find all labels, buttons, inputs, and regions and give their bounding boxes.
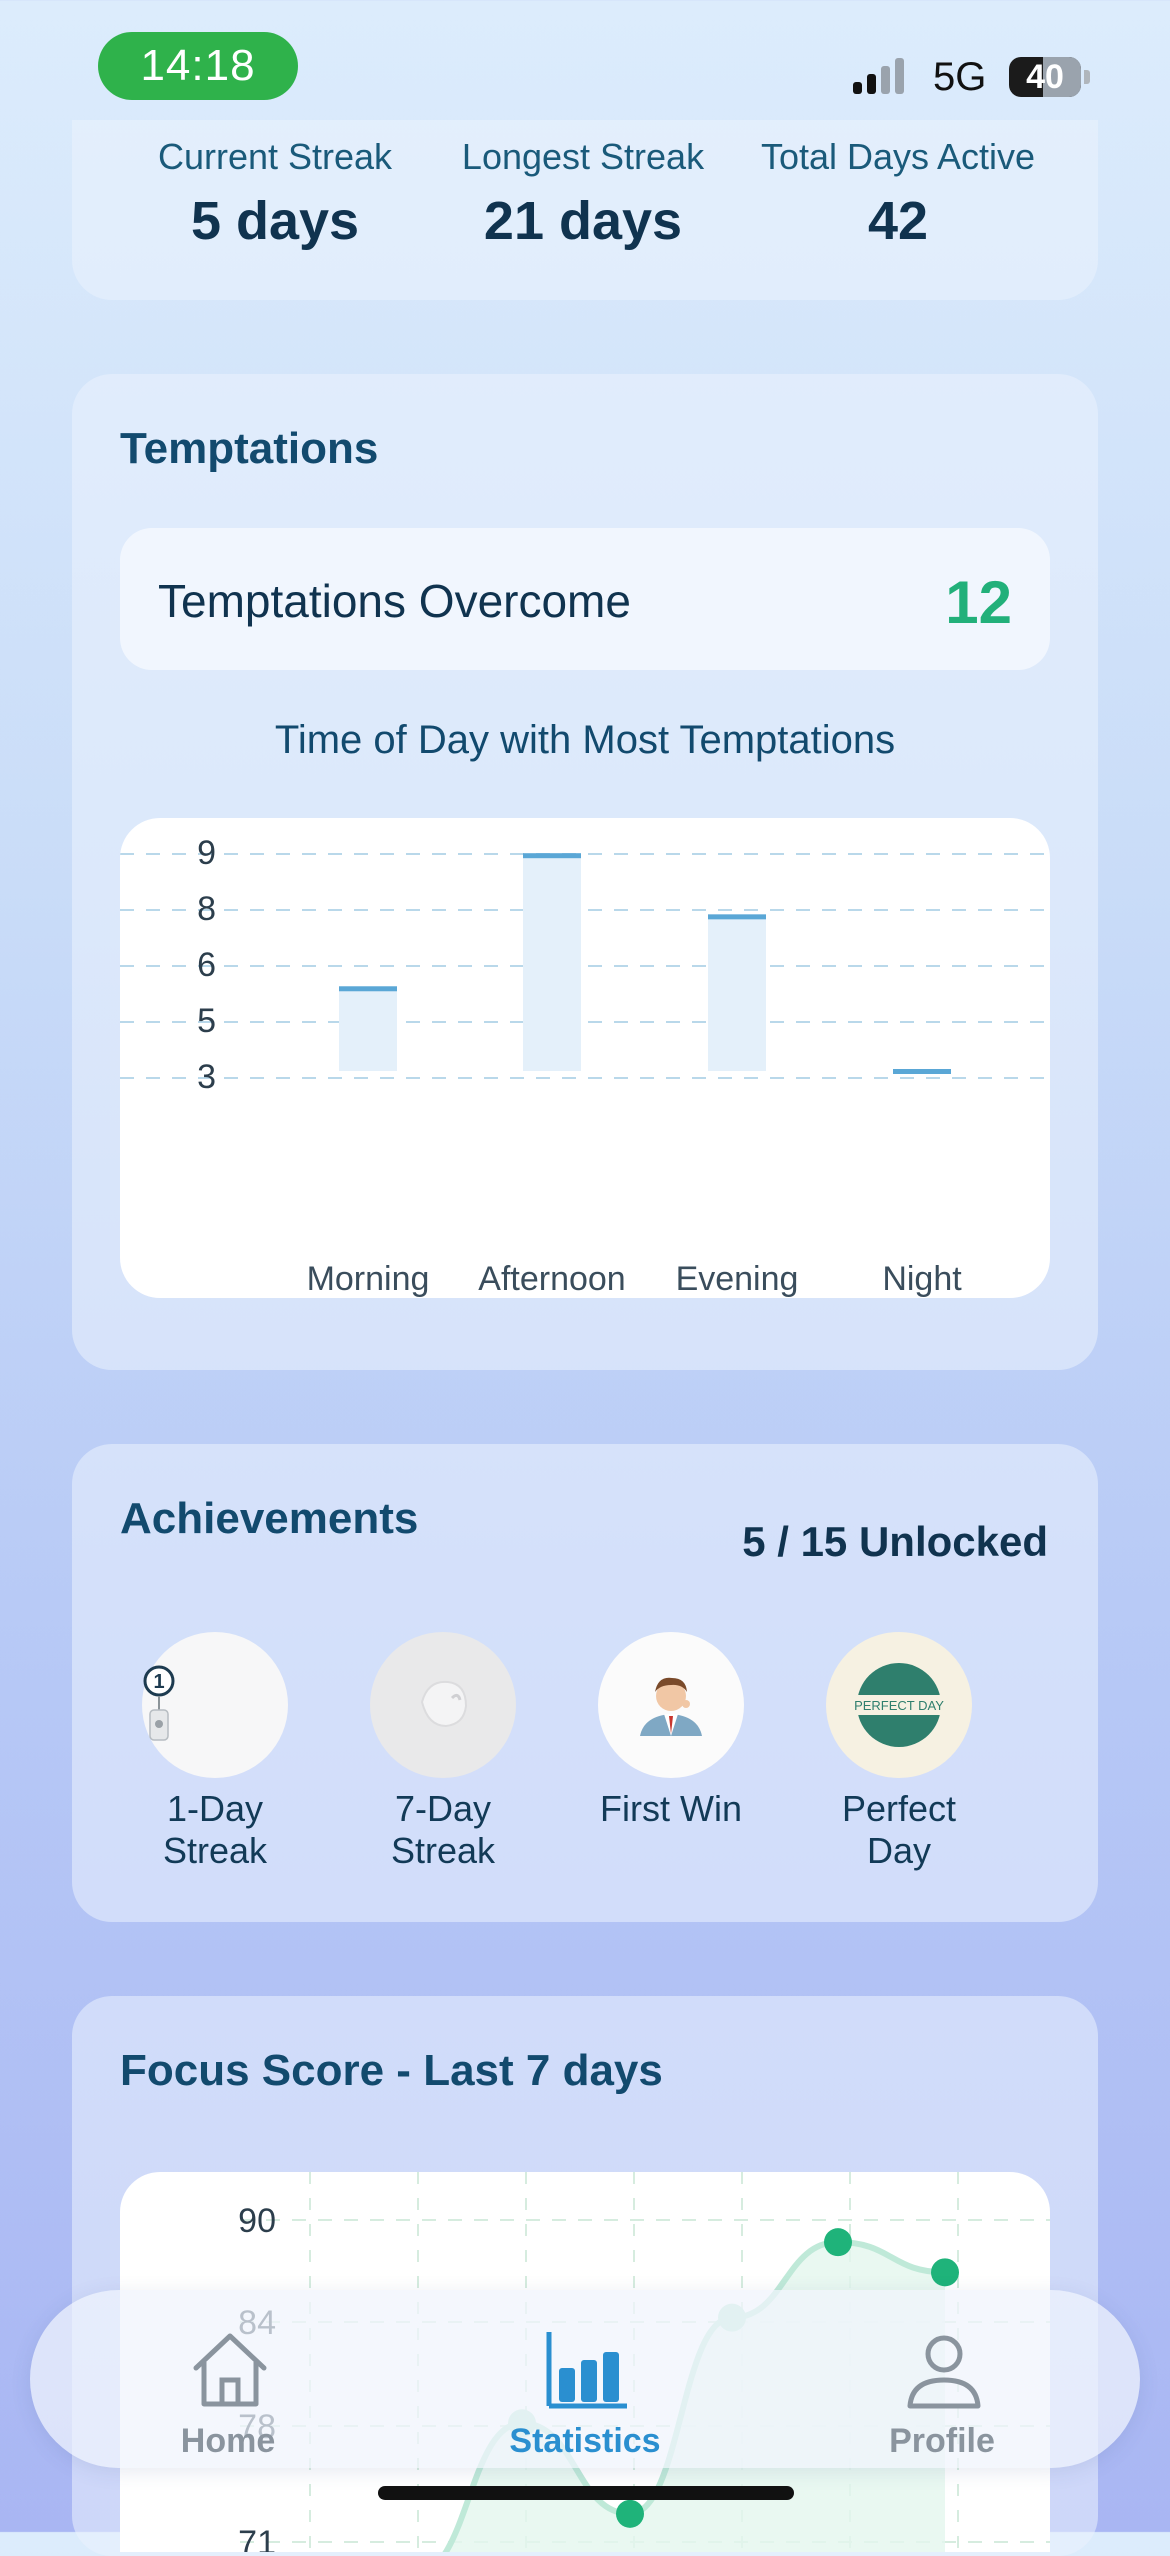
achievement-first-win[interactable]: First Win [571, 1632, 771, 1882]
y-tick-label: 8 [197, 890, 216, 928]
battery-icon: 40 [1009, 57, 1081, 97]
y-tick-label: 3 [197, 1058, 216, 1096]
total-days-label: Total Days Active [760, 136, 1036, 177]
locked-badge-icon [370, 1632, 516, 1778]
temptations-overcome-value: 12 [945, 569, 1012, 636]
temptations-chart-title: Time of Day with Most Temptations [274, 718, 896, 762]
battery-cap [1084, 70, 1090, 84]
status-time: 14:18 [98, 32, 298, 100]
achievement-perfect-day[interactable]: PERFECT DAY Perfect Day [799, 1632, 999, 1882]
achievements-unlocked-count: 5 / 15 Unlocked [742, 1518, 1048, 1565]
profile-icon [907, 2335, 981, 2409]
data-point [931, 2258, 959, 2287]
longest-streak-label: Longest Streak [461, 136, 705, 177]
tab-home-label: Home [180, 2422, 276, 2460]
home-indicator [378, 2486, 794, 2500]
tab-profile-label: Profile [889, 2422, 995, 2460]
temptations-overcome-label: Temptations Overcome [158, 575, 631, 627]
achievement-7-day-streak[interactable]: 7-Day Streak [343, 1632, 543, 1882]
achievement-label: Perfect Day [841, 1788, 957, 1871]
achievement-label: First Win [600, 1788, 742, 1829]
achievement-label: 1-Day Streak [162, 1788, 268, 1871]
achievement-label: 7-Day Streak [390, 1788, 496, 1871]
bar-top-cap [708, 914, 766, 920]
data-point [616, 2499, 644, 2528]
x-tick-label: Night [882, 1260, 962, 1298]
x-tick-label: Afternoon [478, 1260, 625, 1298]
temptations-chart: 9 8 6 5 3 Morning Afternoon Evening Night [120, 818, 1050, 1298]
data-point [824, 2228, 852, 2257]
x-tick-label: Morning [307, 1260, 430, 1298]
y-tick-label: 90 [238, 2202, 276, 2240]
y-tick-label: 9 [197, 834, 216, 872]
home-icon [193, 2333, 267, 2407]
achievements-title: Achievements [120, 1494, 419, 1543]
bar [339, 988, 397, 1071]
bar [708, 916, 766, 1071]
bar [523, 855, 581, 1071]
tab-statistics-label: Statistics [509, 2422, 661, 2460]
focus-title: Focus Score - Last 7 days [120, 2046, 663, 2095]
current-streak-label: Current Streak [157, 136, 393, 177]
bar-top-cap [339, 986, 397, 992]
tab-statistics[interactable]: Statistics [475, 2330, 695, 2460]
temptations-title: Temptations [120, 424, 379, 473]
seal-text: PERFECT DAY [854, 1698, 944, 1713]
bar-top-cap [893, 1069, 951, 1074]
x-tick-label: Evening [676, 1260, 799, 1298]
bar-chart-icon [546, 2332, 627, 2409]
current-streak-value: 5 days [190, 191, 360, 251]
y-tick-label: 5 [197, 1002, 216, 1040]
temptations-bar-chart: 9 8 6 5 3 Morning Afternoon Evening Night [120, 834, 1050, 1298]
total-days-value: 42 [867, 191, 929, 251]
tab-profile[interactable]: Profile [832, 2330, 1052, 2460]
medal-icon: 1 [142, 1632, 288, 1778]
cellular-signal-icon [853, 58, 904, 94]
achievement-1-day-streak[interactable]: 1 1-Day Streak [115, 1632, 315, 1882]
y-tick-label: 71 [238, 2524, 276, 2552]
network-type: 5G [933, 55, 987, 99]
battery-level: 40 [1026, 58, 1064, 96]
person-avatar-icon [598, 1632, 744, 1778]
tab-home[interactable]: Home [118, 2330, 338, 2460]
bar-top-cap [523, 853, 581, 859]
y-tick-label: 6 [197, 946, 216, 984]
perfect-day-seal-icon: PERFECT DAY [826, 1632, 972, 1778]
longest-streak-value: 21 days [483, 191, 683, 251]
temptations-overcome-row: Temptations Overcome 12 [120, 528, 1050, 670]
medal-number: 1 [153, 1671, 164, 1693]
